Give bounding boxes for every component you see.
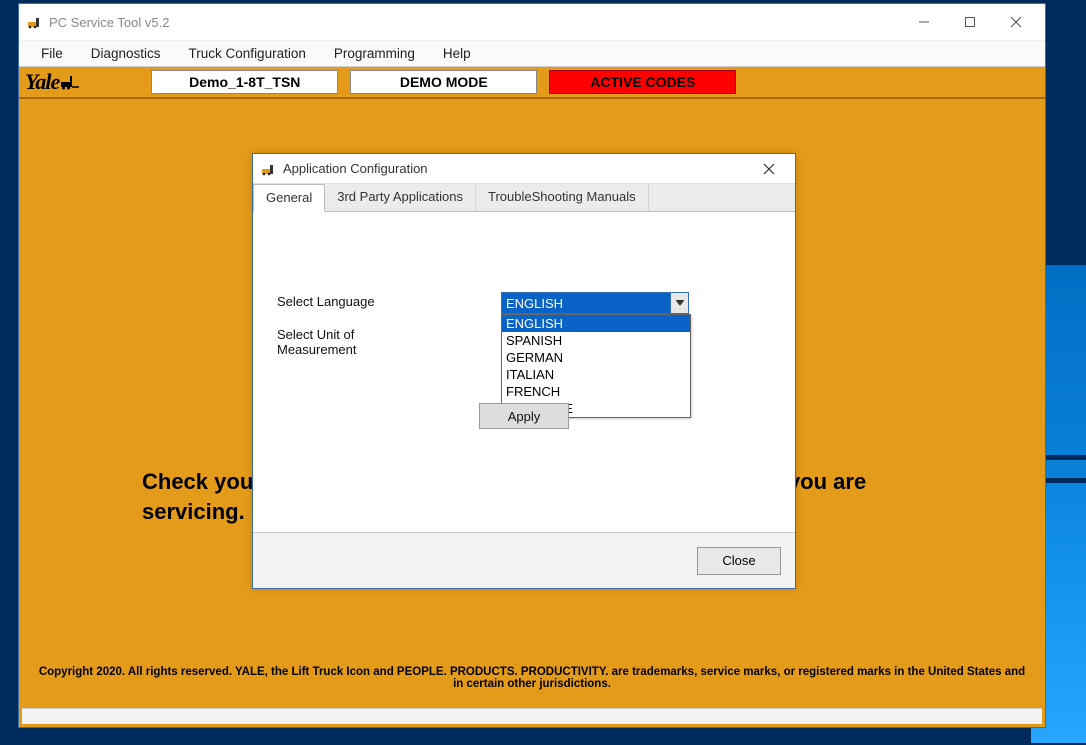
status-strip (22, 708, 1042, 724)
maximize-button[interactable] (947, 6, 993, 38)
menu-help[interactable]: Help (429, 43, 485, 64)
language-combobox[interactable]: ENGLISH (501, 292, 689, 314)
minimize-button[interactable] (901, 6, 947, 38)
menubar: File Diagnostics Truck Configuration Pro… (19, 40, 1045, 67)
dialog-close-x[interactable] (749, 156, 789, 182)
dialog-body: Select Language Select Unit of Measureme… (253, 212, 795, 532)
chip-truck-name[interactable]: Demo_1-8T_TSN (151, 70, 338, 94)
label-select-language: Select Language (277, 294, 427, 309)
dialog-titlebar: Application Configuration (253, 154, 795, 184)
label-select-unit: Select Unit of Measurement (277, 327, 427, 357)
tab-troubleshooting-manuals[interactable]: TroubleShooting Manuals (476, 184, 649, 211)
language-option-english[interactable]: ENGLISH (502, 315, 690, 332)
copyright-footer: Copyright 2020. All rights reserved. YAL… (22, 666, 1042, 690)
language-option-spanish[interactable]: SPANISH (502, 332, 690, 349)
chevron-down-icon[interactable] (670, 293, 688, 313)
menu-truck-configuration[interactable]: Truck Configuration (175, 43, 320, 64)
main-window: PC Service Tool v5.2 File Diagnostics Tr… (18, 3, 1046, 728)
chip-active-codes[interactable]: ACTIVE CODES (549, 70, 736, 94)
window-title: PC Service Tool v5.2 (49, 15, 901, 30)
brand-bar: Yale Demo_1-8T_TSN DEMO MODE ACTIVE CODE… (19, 67, 1045, 99)
dialog-icon (261, 161, 277, 177)
menu-programming[interactable]: Programming (320, 43, 429, 64)
brand-logo-text: Yale (25, 69, 59, 95)
language-option-italian[interactable]: ITALIAN (502, 366, 690, 383)
brand-logo: Yale (25, 69, 81, 95)
dialog-title: Application Configuration (283, 161, 428, 176)
language-combobox-value: ENGLISH (502, 293, 670, 313)
language-option-german[interactable]: GERMAN (502, 349, 690, 366)
forklift-icon (61, 75, 81, 95)
chip-demo-mode[interactable]: DEMO MODE (350, 70, 537, 94)
menu-file[interactable]: File (27, 43, 77, 64)
apply-button[interactable]: Apply (479, 403, 569, 429)
dialog-tabstrip: General 3rd Party Applications TroubleSh… (253, 184, 795, 212)
menu-diagnostics[interactable]: Diagnostics (77, 43, 175, 64)
tab-general[interactable]: General (253, 184, 325, 212)
content-area: Check your you are servicing. Copyright … (19, 99, 1045, 727)
dialog-application-configuration: Application Configuration General 3rd Pa… (252, 153, 796, 589)
titlebar: PC Service Tool v5.2 (19, 4, 1045, 40)
main-message-prefix: Check your (142, 469, 268, 494)
close-window-button[interactable] (993, 6, 1039, 38)
close-button[interactable]: Close (697, 547, 781, 575)
dialog-footer: Close (253, 532, 795, 588)
language-option-french[interactable]: FRENCH (502, 383, 690, 400)
tab-3rd-party-applications[interactable]: 3rd Party Applications (325, 184, 476, 211)
app-icon (27, 14, 43, 30)
